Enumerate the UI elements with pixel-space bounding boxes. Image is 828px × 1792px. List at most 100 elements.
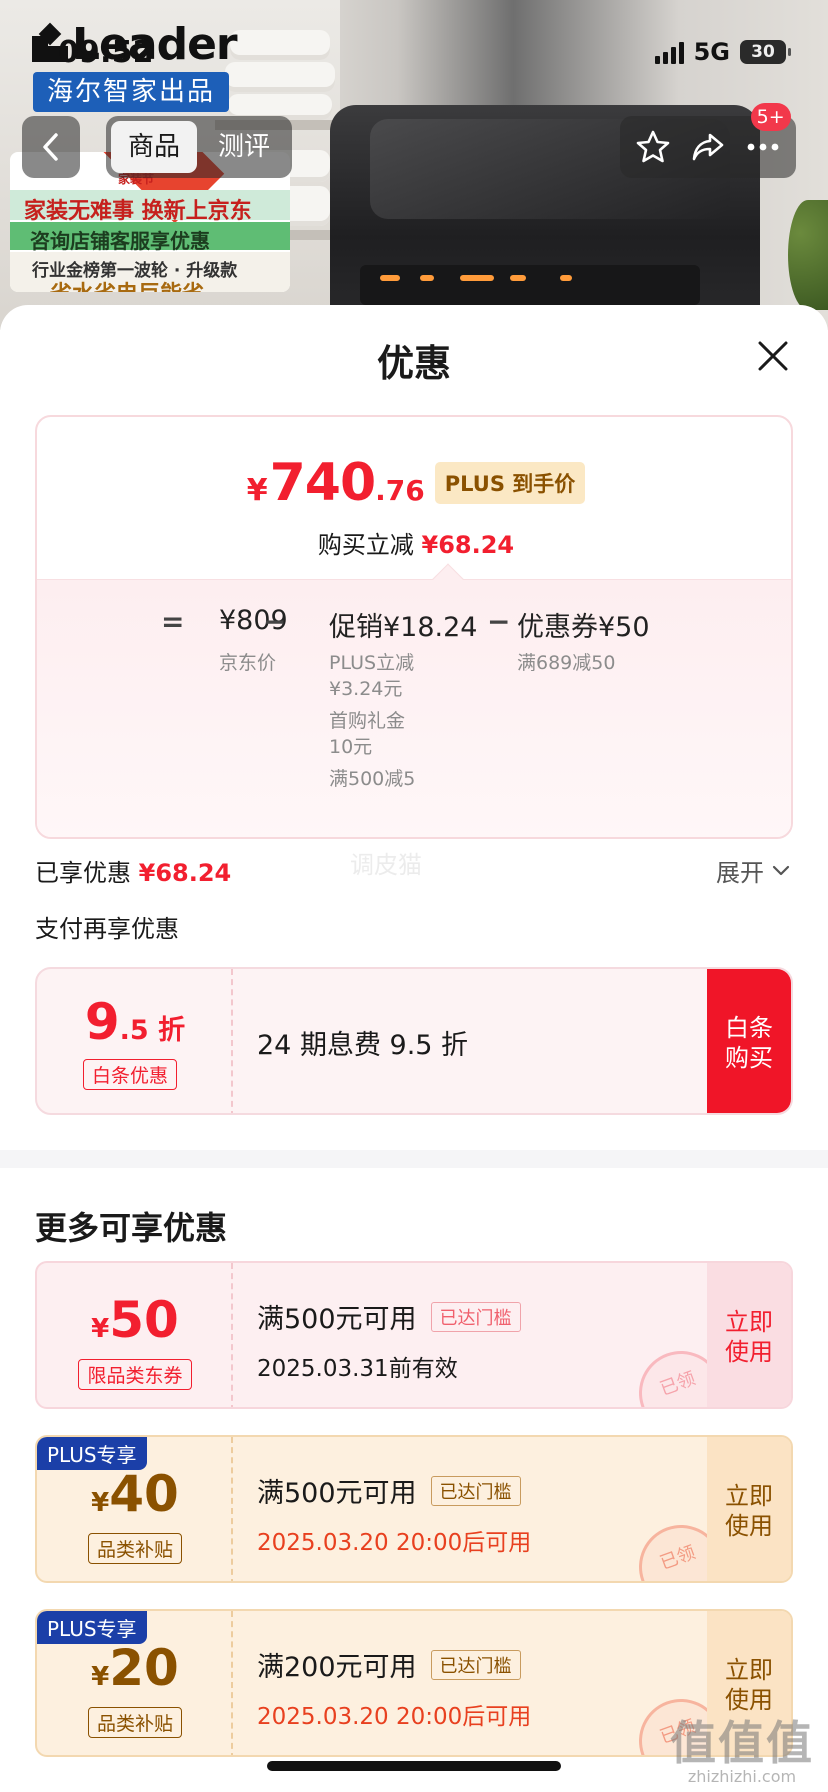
threshold-reached-badge: 已达门槛 [430,1301,521,1332]
notification-badge: 5+ [750,103,791,131]
more-icon [747,143,779,151]
minus-sign: − [263,605,287,638]
coupon-amount: ¥50 [37,1291,233,1349]
tab-product[interactable]: 商品 [111,121,197,173]
promo-note: 满500减5 [329,768,416,790]
final-price: ¥ 740 .76 PLUS 到手价 [37,453,791,513]
enjoyed-amount: ¥68.24 [138,859,232,887]
coupon-amount: ¥20 [37,1639,233,1697]
baitiao-tag: 白条优惠 [83,1059,178,1090]
coupon-type: 品类补贴 [87,1533,182,1564]
watermark-url: zhizhizhi.com [687,1767,797,1786]
expand-button[interactable]: 展开 [716,853,790,888]
promo-note: ¥3.24元 [329,678,403,700]
plant-decoration [788,200,828,310]
chevron-down-icon [772,865,790,875]
coupon-discount: 优惠券¥50 [517,612,650,643]
threshold-reached-badge: 已达门槛 [430,1649,521,1680]
coupon-condition: 满500元可用 已达门槛 [257,1471,521,1510]
coupon-currency: ¥ [91,1488,110,1518]
coupon-condition: 满500元可用 已达门槛 [257,1297,521,1336]
plus-exclusive-badge: PLUS专享 [37,1437,147,1470]
equals-sign: = [161,605,185,638]
coupon-condition-text: 满500元可用 [257,1478,417,1509]
coupon-type: 品类补贴 [87,1707,182,1738]
status-indicators: 5G 30 [654,30,791,74]
enjoyed-discount: 已享优惠 ¥68.24 [35,853,231,888]
favorite-button[interactable] [631,125,675,169]
use-line: 使用 [725,1512,773,1540]
coupon-card: ¥40 品类补贴 PLUS专享 满500元可用 已达门槛 2025.03.20 … [35,1435,793,1583]
baitiao-description: 24 期息费 9.5 折 [257,1030,469,1061]
coupon-condition-text: 满200元可用 [257,1652,417,1683]
price-breakdown-card: ¥ 740 .76 PLUS 到手价 购买立减 ¥68.24 = ¥809 京东… [35,415,793,839]
baitiao-rate-int: 9 [84,993,120,1051]
use-coupon-button[interactable]: 立即 使用 [707,1437,791,1581]
coupon-amount: ¥40 [37,1465,233,1523]
battery-icon: 30 [740,40,791,64]
plus-exclusive-badge: PLUS专享 [37,1611,147,1644]
discount-sheet: 优惠 ¥ 740 .76 PLUS 到手价 购买立减 ¥68.24 = ¥809… [0,305,828,1792]
more-offers-title: 更多可享优惠 [35,1209,228,1247]
watermark-glyphs: 值值值 [670,1716,814,1770]
faint-watermark: 调皮猫 [350,851,422,879]
baitiao-buy-line: 购买 [725,1044,773,1072]
promo-note: 首购礼金 [329,710,406,732]
tab-review[interactable]: 测评 [201,121,287,173]
use-line: 立即 [725,1656,773,1684]
instant-discount: 购买立减 ¥68.24 [37,525,791,560]
promo-note: PLUS立减 [329,652,415,674]
share-button[interactable] [686,125,730,169]
use-line: 使用 [725,1338,773,1366]
jd-price-label: 京东价 [219,652,277,674]
instant-discount-amount: ¥68.24 [421,531,515,559]
minus-sign: − [487,605,511,638]
baitiao-rate-dec: .5 折 [119,1015,186,1046]
close-icon [758,341,788,371]
coupon-condition: 满200元可用 已达门槛 [257,1645,521,1684]
promo-note: 10元 [329,736,373,758]
chevron-left-icon [43,133,58,161]
use-line: 立即 [725,1482,773,1510]
coupon-currency: ¥ [91,1662,110,1692]
promo-discount: 促销¥18.24 [329,612,478,643]
signal-icon [654,40,684,64]
enjoyed-label: 已享优惠 [35,859,131,887]
use-line: 使用 [725,1686,773,1714]
sheet-title: 优惠 [377,342,451,385]
coupon-note: 满689减50 [517,652,616,674]
share-icon [692,133,724,161]
star-icon [637,130,670,163]
use-coupon-button[interactable]: 立即 使用 [707,1263,791,1407]
back-button[interactable] [22,116,80,178]
close-button[interactable] [756,339,790,373]
coupon-value: 20 [109,1639,179,1697]
price-decimal: .76 [375,474,425,507]
poster-line: 咨询店铺客服享优惠 [30,229,210,253]
expand-label: 展开 [716,859,764,887]
status-time: 09:52 [58,34,154,70]
coupon-card: ¥50 限品类东券 满500元可用 已达门槛 2025.03.31前有效 已领 … [35,1261,793,1409]
more-button[interactable]: 5+ [741,103,791,169]
plus-price-tag: PLUS 到手价 [434,462,586,504]
home-indicator[interactable] [267,1761,561,1771]
baitiao-buy-button[interactable]: 白条 购买 [707,969,791,1113]
coupon-validity: 2025.03.20 20:00后可用 [257,1530,532,1556]
coupon-currency: ¥ [91,1314,110,1344]
coupon-value: 50 [109,1291,179,1349]
section-divider [0,1150,828,1168]
baitiao-buy-line: 白条 [725,1014,773,1042]
brand-tag: 海尔智家出品 [33,72,230,112]
pay-more-label: 支付再享优惠 [35,915,179,943]
network-type: 5G [693,38,730,66]
poster-line: 家装无难事 换新上京东 [24,199,252,224]
nav-actions: 5+ [620,103,796,178]
price-currency: ¥ [246,473,268,508]
baitiao-offer-card: 9.5 折 白条优惠 24 期息费 9.5 折 白条 购买 [35,967,793,1115]
price-integer: 740 [269,453,377,513]
tab-bar: 商品 测评 [106,116,292,178]
site-watermark: 值值值 zhizhizhi.com [670,1719,814,1786]
coupon-type: 限品类东券 [78,1359,192,1390]
coupon-validity: 2025.03.31前有效 [257,1356,458,1382]
threshold-reached-badge: 已达门槛 [430,1475,521,1506]
